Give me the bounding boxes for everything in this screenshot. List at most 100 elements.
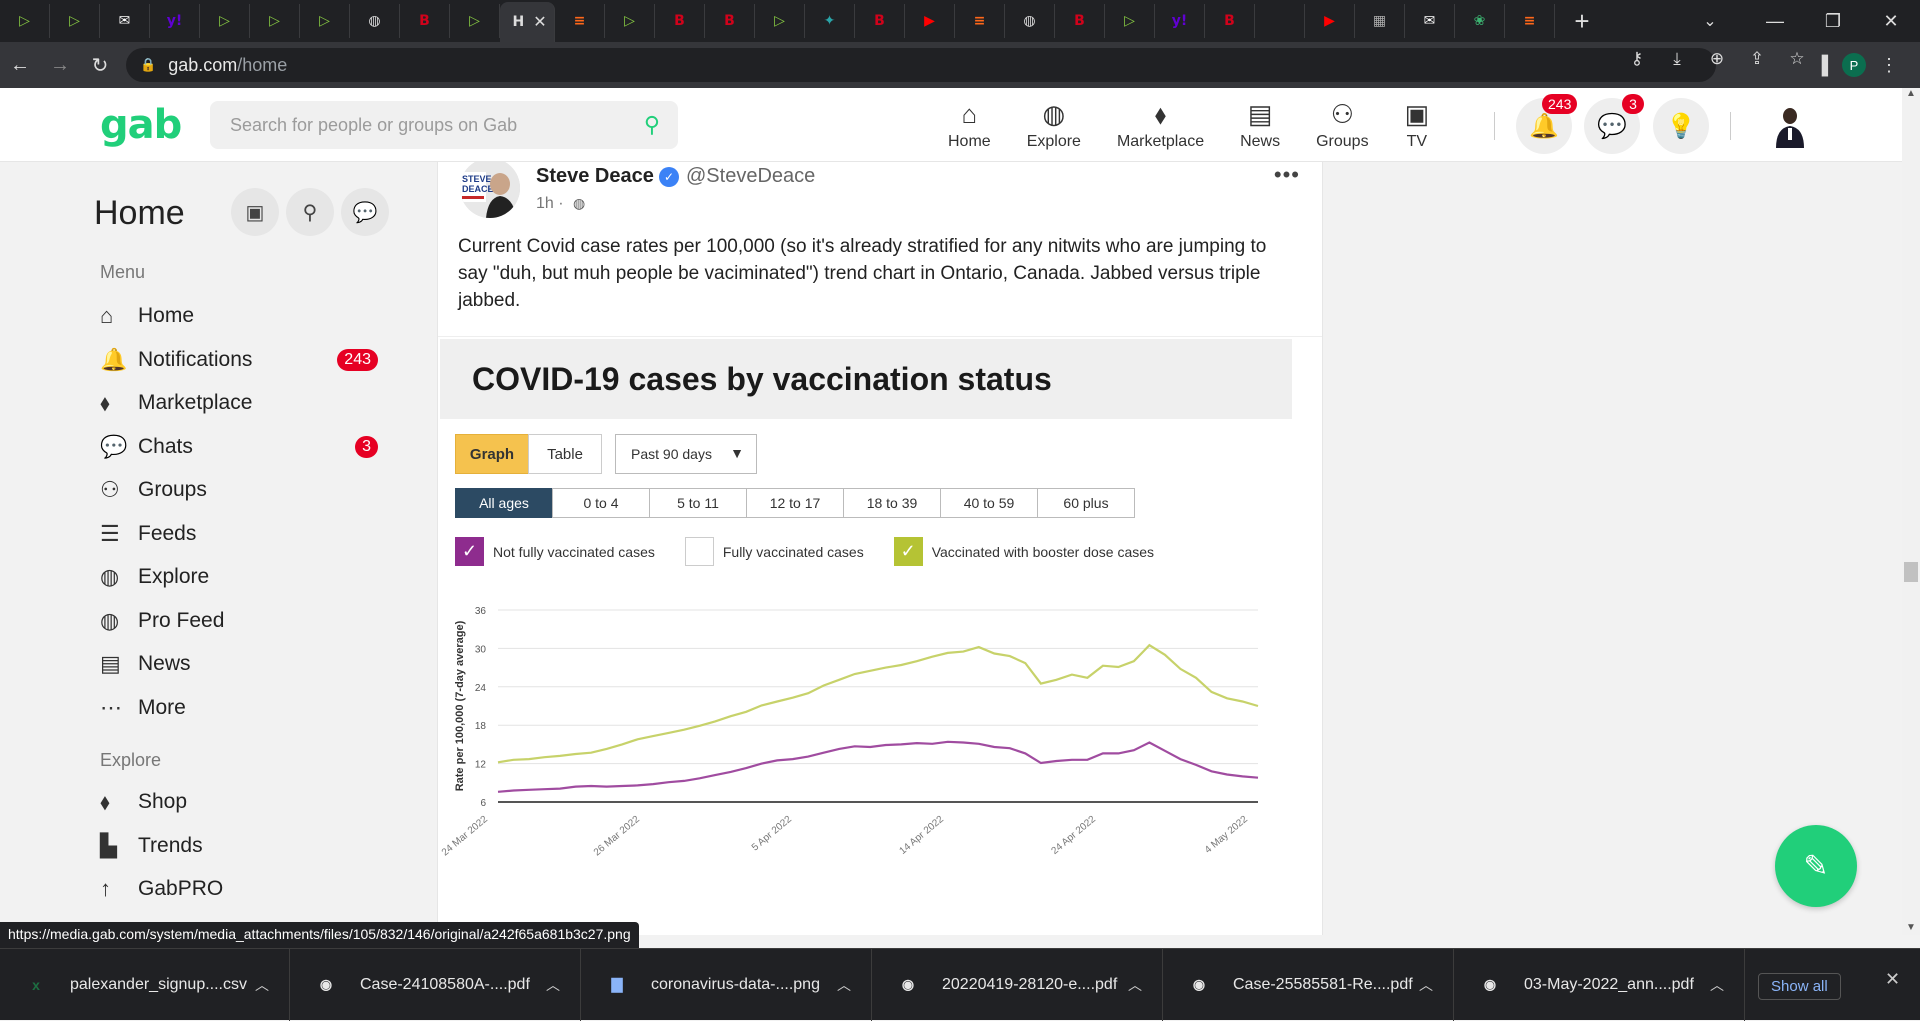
tab-search-icon[interactable]: ⌄ (1690, 0, 1730, 42)
browser-tab[interactable]: ▷ (1105, 4, 1155, 38)
chats-shortcut-button[interactable]: 💬 (341, 188, 389, 236)
close-window-icon[interactable]: ✕ (1862, 0, 1920, 42)
legend-item[interactable]: Fully vaccinated cases (684, 537, 864, 566)
search-input[interactable] (230, 114, 630, 136)
tv-button[interactable]: ▣ (231, 188, 279, 236)
sidebar-item-groups[interactable]: ⚇ Groups (100, 472, 390, 508)
compose-button[interactable]: ✎ (1775, 825, 1857, 907)
post-time[interactable]: 1h · (536, 195, 564, 213)
browser-tab[interactable]: ▷ (250, 4, 300, 38)
sidebar-item-marketplace[interactable]: ⬧ Marketplace (100, 385, 390, 421)
zoom-icon[interactable]: ⊕ (1704, 49, 1730, 69)
download-item[interactable]: ◉ 20220419-28120-e....pdf ︿ (872, 948, 1163, 1021)
topnav-home[interactable]: ⌂ Home (930, 88, 1009, 162)
graph-toggle-button[interactable]: Graph (455, 434, 529, 474)
download-item[interactable]: ◉ Case-24108580A-....pdf ︿ (290, 948, 581, 1021)
browser-tab[interactable]: ▷ (0, 4, 50, 38)
browser-tab[interactable]: ▷ (50, 4, 100, 38)
download-item[interactable]: ◉ 03-May-2022_ann....pdf ︿ (1454, 948, 1745, 1021)
browser-tab[interactable]: ✉ (1405, 4, 1455, 38)
browser-tab[interactable]: ◍ (1005, 4, 1055, 38)
close-tab-icon[interactable]: ✕ (533, 12, 546, 32)
sidebar-item-explore[interactable]: ◍ Explore (100, 559, 390, 595)
scroll-down-icon[interactable]: ▼ (1902, 922, 1920, 933)
browser-tab[interactable]: ≡ (555, 4, 605, 38)
age-group-button[interactable]: All ages (455, 488, 553, 518)
age-group-button[interactable]: 18 to 39 (843, 488, 941, 518)
sidebar-item-more[interactable]: ⋯ More (100, 690, 390, 726)
topnav-groups[interactable]: ⚇ Groups (1298, 88, 1386, 162)
chevron-up-icon[interactable]: ︿ (1419, 975, 1433, 995)
browser-tab[interactable]: ▷ (755, 4, 805, 38)
browser-tab[interactable]: B (655, 4, 705, 38)
restore-icon[interactable]: ❐ (1804, 0, 1862, 42)
browser-tab[interactable]: ▶ (1305, 4, 1355, 38)
age-group-button[interactable]: 12 to 17 (746, 488, 844, 518)
scroll-thumb[interactable] (1904, 562, 1918, 582)
url-field[interactable]: 🔒 gab.com /home (126, 48, 1716, 82)
search-icon[interactable]: ⚲ (644, 112, 660, 138)
gab-logo[interactable]: gab (100, 102, 182, 148)
browser-tab[interactable]: B (705, 4, 755, 38)
user-avatar[interactable] (1773, 104, 1807, 148)
page-scrollbar[interactable]: ▲ ▼ (1902, 88, 1920, 935)
ideas-button[interactable]: 💡 (1653, 98, 1709, 154)
topnav-explore[interactable]: ◍ Explore (1009, 88, 1099, 162)
menu-kebab-icon[interactable]: ⋮ (1880, 55, 1898, 76)
notifications-button[interactable]: 🔔 243 (1516, 94, 1578, 154)
topnav-news[interactable]: ▤ News (1222, 88, 1298, 162)
browser-tab[interactable]: ✉ (100, 4, 150, 38)
browser-tab[interactable]: ✦ (805, 4, 855, 38)
post-author-avatar[interactable]: STEVE DEACE (460, 162, 520, 218)
profile-avatar[interactable]: P (1842, 53, 1866, 77)
topnav-marketplace[interactable]: ⬧ Marketplace (1099, 88, 1222, 162)
install-icon[interactable]: ⤓ (1664, 49, 1690, 69)
browser-tab[interactable]: B (855, 4, 905, 38)
reload-icon[interactable]: ↻ (80, 45, 120, 85)
age-group-button[interactable]: 5 to 11 (649, 488, 747, 518)
browser-tab[interactable]: ▷ (300, 4, 350, 38)
age-group-button[interactable]: 60 plus (1037, 488, 1135, 518)
browser-tab[interactable]: B (400, 4, 450, 38)
browser-tab[interactable]: ❀ (1455, 4, 1505, 38)
age-group-button[interactable]: 0 to 4 (552, 488, 650, 518)
side-panel-icon[interactable]: ▐ (1815, 55, 1828, 76)
browser-tab[interactable]: y! (1155, 4, 1205, 38)
close-downloads-icon[interactable]: ✕ (1885, 969, 1900, 990)
post-options-icon[interactable]: ••• (1274, 162, 1300, 188)
checkbox-empty-icon[interactable] (684, 537, 714, 566)
post-image[interactable]: COVID-19 cases by vaccination status Gra… (438, 336, 1322, 935)
minimize-icon[interactable]: — (1746, 0, 1804, 42)
download-item[interactable]: x palexander_signup....csv ︿ (0, 948, 290, 1021)
sidebar-item-pro-feed[interactable]: ◍ Pro Feed (100, 603, 390, 639)
chevron-up-icon[interactable]: ︿ (837, 975, 851, 995)
chevron-up-icon[interactable]: ︿ (1128, 975, 1142, 995)
browser-tab[interactable]: ≡ (1505, 4, 1555, 38)
sidebar-item-feeds[interactable]: ☰ Feeds (100, 516, 390, 552)
topnav-tv[interactable]: ▣ TV (1387, 88, 1448, 162)
explore-item-gabpro[interactable]: ↑ GabPRO (100, 871, 390, 907)
browser-tab[interactable]: ◍ (350, 4, 400, 38)
browser-tab-active[interactable]: H ✕ (500, 2, 555, 42)
browser-tab[interactable]: ▶ (905, 4, 955, 38)
post-author-name[interactable]: Steve Deace (536, 165, 654, 188)
browser-tab[interactable]: B (1055, 4, 1105, 38)
sidebar-item-news[interactable]: ▤ News (100, 646, 390, 682)
sidebar-item-notifications[interactable]: 🔔 Notifications 243 (100, 342, 390, 378)
browser-tab[interactable]: B (1205, 4, 1255, 38)
search-button[interactable]: ⚲ (286, 188, 334, 236)
browser-tab[interactable] (1255, 4, 1305, 38)
download-item[interactable]: ◉ Case-25585581-Re....pdf ︿ (1163, 948, 1454, 1021)
explore-item-trends[interactable]: ▙ Trends (100, 828, 390, 864)
browser-tab[interactable]: ≡ (955, 4, 1005, 38)
new-tab-icon[interactable]: + (1567, 6, 1597, 37)
chats-button[interactable]: 💬 3 (1584, 94, 1644, 154)
download-item[interactable]: ▇ coronavirus-data-....png ︿ (581, 948, 872, 1021)
back-icon[interactable]: ← (0, 45, 40, 85)
bookmark-star-icon[interactable]: ☆ (1784, 49, 1810, 69)
forward-icon[interactable]: → (40, 45, 80, 85)
age-group-button[interactable]: 40 to 59 (940, 488, 1038, 518)
legend-item[interactable]: ✓ Not fully vaccinated cases (455, 537, 655, 566)
browser-tab[interactable]: ▷ (450, 4, 500, 38)
show-all-downloads-button[interactable]: Show all (1758, 973, 1841, 1000)
